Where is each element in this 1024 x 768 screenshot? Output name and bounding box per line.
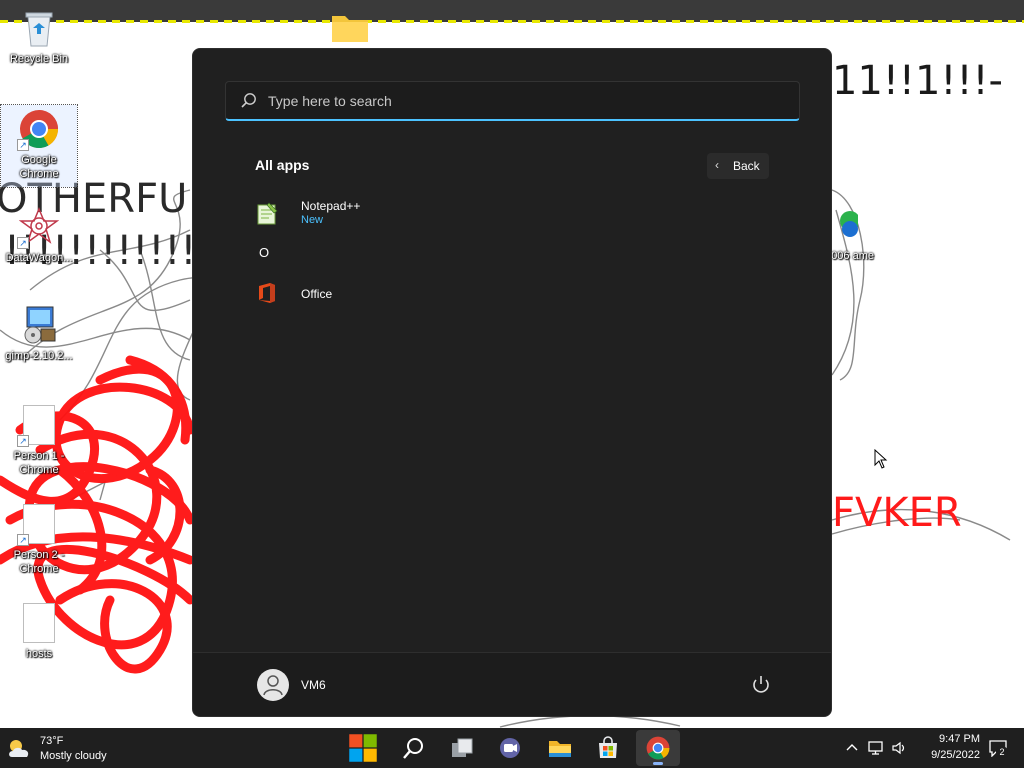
desktop-icon-recycle-bin[interactable]: Recycle Bin — [1, 8, 77, 66]
office-icon — [255, 281, 279, 305]
notification-count-badge: 2 — [996, 746, 1008, 758]
file-explorer-button[interactable] — [538, 730, 582, 766]
desktop-icon-google-chrome[interactable]: ↗ Google Chrome — [0, 104, 78, 188]
file-icon — [19, 603, 59, 643]
desktop-icon-label: Person 2 - Chrome — [13, 549, 65, 575]
chrome-icon: ↗ — [17, 109, 59, 151]
search-icon — [241, 93, 256, 108]
network-icon[interactable] — [867, 740, 885, 756]
mouse-cursor-icon — [874, 449, 888, 469]
back-button[interactable]: ‹ Back — [707, 153, 769, 179]
task-view-button[interactable] — [440, 730, 484, 766]
power-button[interactable] — [747, 671, 775, 699]
power-icon — [753, 676, 769, 693]
microsoft-store-button[interactable] — [586, 730, 630, 766]
taskbar: 73°F Mostly cloudy 9:47 PM 9/25/2022 2 — [0, 728, 1024, 768]
chevron-up-icon[interactable] — [845, 741, 859, 755]
desktop-icon-gimp[interactable]: gimp-2.10.2... — [1, 305, 77, 363]
start-button[interactable] — [341, 730, 385, 766]
shortcut-arrow-icon: ↗ — [17, 534, 29, 546]
weather-widget[interactable]: 73°F Mostly cloudy — [4, 732, 124, 764]
desktop-icon-label: Recycle Bin — [9, 53, 69, 65]
wallpaper-text-top-right: 11!!1!!!- — [832, 58, 1003, 104]
folder-icon — [330, 10, 370, 50]
file-icon: ↗ — [17, 504, 59, 546]
shortcut-arrow-icon: ↗ — [17, 435, 29, 447]
taskbar-search-button[interactable] — [392, 730, 436, 766]
windows-logo-icon — [349, 734, 377, 762]
app-item-office[interactable]: Office — [247, 273, 777, 313]
desktop-icon-label: DataWagon... — [5, 252, 73, 264]
desktop-icon-label: Google Chrome — [19, 154, 59, 180]
desktop-icon-hosts[interactable]: hosts — [1, 603, 77, 661]
start-search-box[interactable] — [225, 81, 800, 121]
weather-description: Mostly cloudy — [40, 750, 107, 762]
weather-temperature: 73°F — [40, 735, 64, 747]
system-tray: 9:47 PM 9/25/2022 2 — [840, 728, 1024, 768]
app-name: Notepad++ — [301, 199, 361, 213]
desktop-folder[interactable] — [312, 10, 388, 46]
shortcut-arrow-icon: ↗ — [17, 139, 29, 151]
desktop-icon-label: Person 1 - Chrome — [13, 450, 65, 476]
folder-icon — [549, 741, 571, 757]
desktop-icon-label: gimp-2.10.2... — [5, 350, 73, 362]
app-new-badge: New — [301, 214, 324, 226]
app-item-notepadpp[interactable]: Notepad++ New — [247, 193, 777, 233]
clock-time[interactable]: 9:47 PM — [920, 733, 980, 745]
clock-date[interactable]: 9/25/2022 — [910, 749, 980, 761]
desktop-icon-datawagon[interactable]: ↗ DataWagon... — [1, 207, 77, 265]
desktop-icon-person-1-chrome[interactable]: ↗ Person 1 - Chrome — [1, 405, 77, 477]
app-name: Office — [301, 287, 333, 301]
shortcut-arrow-icon: ↗ — [17, 237, 29, 249]
chevron-left-icon: ‹ — [715, 158, 719, 172]
chat-button[interactable] — [488, 730, 532, 766]
wallpaper-text-right-red: FVKER — [832, 490, 962, 536]
search-input[interactable] — [268, 90, 768, 112]
user-icon — [263, 675, 283, 696]
recycle-bin-icon — [19, 8, 59, 48]
chrome-icon — [646, 736, 670, 760]
chat-icon — [500, 738, 520, 758]
desktop-icon-person-2-chrome[interactable]: ↗ Person 2 - Chrome — [1, 504, 77, 576]
partly-cloudy-icon — [9, 740, 29, 757]
section-letter-header[interactable]: O — [259, 245, 269, 260]
all-apps-heading: All apps — [255, 157, 310, 173]
user-name: VM6 — [301, 678, 326, 692]
back-button-label: Back — [733, 159, 760, 173]
desktop-icon-label: hosts — [25, 648, 53, 660]
task-view-icon — [452, 738, 473, 757]
chrome-taskbar-button[interactable] — [636, 730, 680, 766]
search-icon — [403, 738, 423, 759]
user-account-button[interactable]: VM6 — [255, 667, 375, 703]
avatar — [257, 669, 289, 701]
start-menu: All apps ‹ Back Notepad++ New O Office — [192, 48, 832, 717]
notepadpp-icon — [255, 201, 279, 225]
notifications-button[interactable]: 2 — [986, 738, 1010, 760]
file-icon: ↗ — [17, 405, 59, 447]
datawagon-icon: ↗ — [17, 207, 60, 249]
volume-icon[interactable] — [891, 740, 907, 756]
start-menu-footer: VM6 — [193, 652, 831, 716]
store-icon — [599, 736, 617, 758]
gimp-installer-icon — [19, 305, 59, 345]
